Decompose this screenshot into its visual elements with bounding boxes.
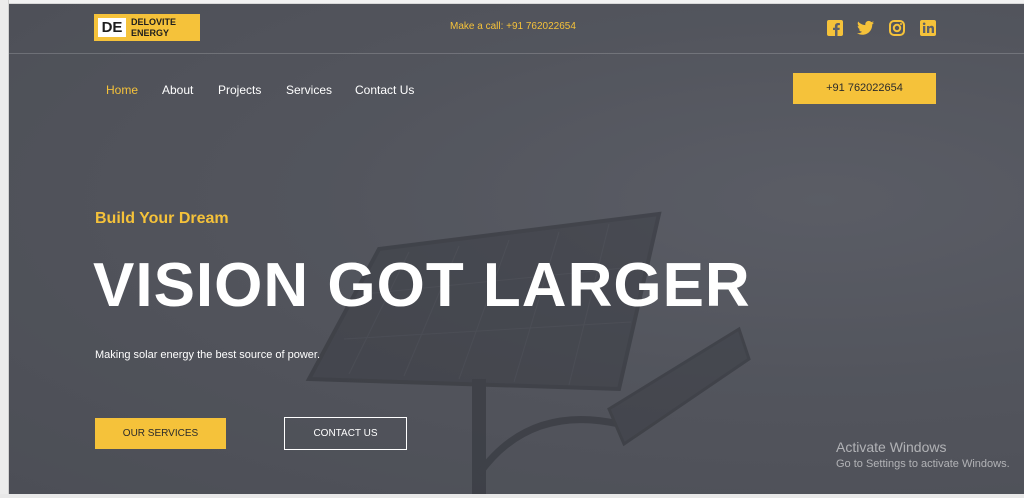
watermark-title: Activate Windows <box>836 439 947 455</box>
contact-us-button[interactable]: CONTACT US <box>284 417 407 450</box>
nav-about[interactable]: About <box>162 83 193 97</box>
our-services-button[interactable]: OUR SERVICES <box>95 418 226 449</box>
logo-line-1: DELOVITE <box>131 17 177 27</box>
nav-projects[interactable]: Projects <box>218 83 261 97</box>
logo-line-2: ENERGY <box>131 28 170 38</box>
instagram-icon[interactable] <box>889 20 905 36</box>
logo-text: DELOVITE ENERGY <box>131 17 176 39</box>
hero-section: DE DELOVITE ENERGY Make a call: +91 7620… <box>9 4 1024 494</box>
window-left-edge <box>0 0 9 498</box>
facebook-icon[interactable] <box>827 20 843 36</box>
window-top-edge <box>0 0 1024 4</box>
top-bar: DE DELOVITE ENERGY Make a call: +91 7620… <box>9 4 1024 54</box>
linkedin-icon[interactable] <box>920 20 936 36</box>
nav-contact-us[interactable]: Contact Us <box>355 83 414 97</box>
watermark-subtitle: Go to Settings to activate Windows. <box>836 458 1010 470</box>
phone-button[interactable]: +91 762022654 <box>793 73 936 104</box>
nav-services[interactable]: Services <box>286 83 332 97</box>
activate-windows-watermark: Activate Windows Go to Settings to activ… <box>836 439 1010 470</box>
hero-headline: VISION GOT LARGER <box>93 251 751 320</box>
call-text[interactable]: Make a call: +91 762022654 <box>450 21 576 32</box>
brand-logo[interactable]: DE DELOVITE ENERGY <box>94 14 200 41</box>
logo-mark: DE <box>98 18 126 37</box>
hero-subtitle: Making solar energy the best source of p… <box>95 349 321 361</box>
twitter-icon[interactable] <box>857 20 874 36</box>
nav-home[interactable]: Home <box>106 83 138 97</box>
window-bottom-edge <box>0 494 1024 498</box>
hero-tagline: Build Your Dream <box>95 210 229 227</box>
